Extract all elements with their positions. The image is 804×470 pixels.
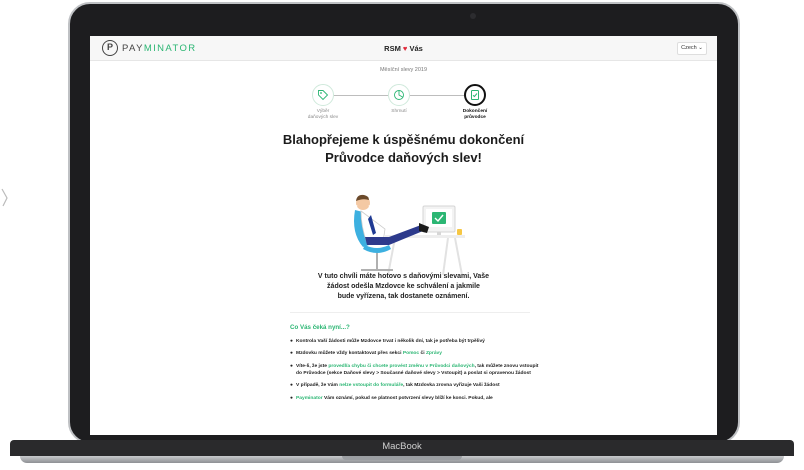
wizard-steps: Výběr daňových slev Shrnutí Dokončení prův… (90, 84, 717, 124)
company-vas: Vás (409, 44, 423, 53)
list-item: ● Payminator Vám oznámí, pokud se platnos… (290, 395, 540, 402)
divider (290, 312, 530, 313)
bullet: ● (290, 351, 293, 357)
laptop-screen: P PAYMINATOR RSM ♥ Vás Czech ⌄ Měsíční s… (90, 36, 717, 435)
headline: Blahopřejeme k úspěšnému dokončení Průvo… (90, 131, 717, 166)
form-locked-link[interactable]: nelze vstoupit do formuláře (339, 383, 403, 388)
section-title: Co Vás čeká nyní...? (290, 324, 350, 331)
headline-line: Průvodce daňových slev! (325, 149, 482, 165)
bullet-text: , tak Mzdovka zrovna vyřizuje Vaši žádos… (403, 383, 500, 389)
messages-link[interactable]: Zprávy (426, 351, 442, 356)
camera (470, 13, 476, 19)
company-title: RSM ♥ Vás (90, 44, 717, 53)
laptop-notch (342, 456, 462, 460)
device-brand: MacBook (382, 441, 422, 452)
step-finish[interactable]: Dokončení průvodce (445, 84, 505, 121)
step-label: Shrnutí (391, 109, 407, 114)
summary-icon (394, 90, 404, 100)
document-check-icon (471, 90, 479, 100)
relaxing-man-illustration (351, 194, 465, 275)
bullet-text: Víte-li, že jste (296, 363, 329, 369)
completion-message: V tuto chvíli máte hotovo s daňovými sle… (300, 272, 507, 301)
step-tax-selection[interactable]: Výběr daňových slev (293, 84, 353, 121)
list-item: ● Kontrola Vaší žádosti může Mzdovce trva… (290, 338, 540, 345)
tag-icon (318, 90, 329, 101)
step-summary[interactable]: Shrnutí (369, 84, 429, 115)
heart-icon: ♥ (402, 44, 408, 53)
list-item: ● V případě, že Vám nelze vstoupit do for… (290, 382, 540, 389)
bullet-text: Kontrola Vaší žádosti může Mzdovce trvat… (296, 339, 485, 344)
bullet-text: Vám oznámí, pokud se platnost potvrzení … (322, 395, 493, 401)
message-line: bude vyřízena, tak dostanete oznámení. (337, 292, 470, 300)
message-line: V tuto chvíli máte hotovo s daňovými sle… (317, 273, 490, 280)
step-label: průvodce (464, 114, 486, 120)
headline-line: Blahopřejeme k úspěšnému dokončení (282, 132, 525, 147)
top-bar: P PAYMINATOR RSM ♥ Vás Czech ⌄ (90, 36, 717, 61)
bullet-text: Mzdovku můžete vždy kontaktovat přes sek… (296, 351, 403, 357)
step-label: Výběr (316, 109, 330, 114)
bracket-mark (1, 188, 8, 207)
company-name: RSM (384, 44, 401, 53)
step-label: Dokončení (462, 109, 488, 114)
period-label: Měsíční slevy 2019 (379, 67, 428, 73)
list-item: ● Víte-li, že jste provedl/a chybu či chc… (290, 363, 540, 378)
bullet-text: či (419, 351, 426, 357)
laptop-base: MacBook (0, 440, 804, 470)
bullet: ● (290, 339, 293, 344)
payminator-link[interactable]: Payminator (296, 396, 323, 401)
bullet: ● (290, 395, 293, 401)
step-label: daňových slev (307, 114, 339, 120)
list-item: ● Mzdovku můžete vždy kontaktovat přes se… (290, 350, 540, 357)
message-line: žádost odešla Mzdovce ke schválení a jak… (327, 282, 480, 290)
help-link[interactable]: Pomoc (403, 351, 419, 356)
language-select[interactable]: Czech ⌄ (677, 42, 707, 55)
bullet: ● (290, 383, 293, 389)
wizard-change-link[interactable]: provedl/a chybu či chcete provést změnu … (328, 364, 474, 369)
next-steps-list: ● Kontrola Vaší žádosti může Mzdovce trva… (290, 338, 540, 407)
bullet-text: V případě, že Vám (296, 383, 340, 389)
bullet: ● (290, 363, 293, 369)
